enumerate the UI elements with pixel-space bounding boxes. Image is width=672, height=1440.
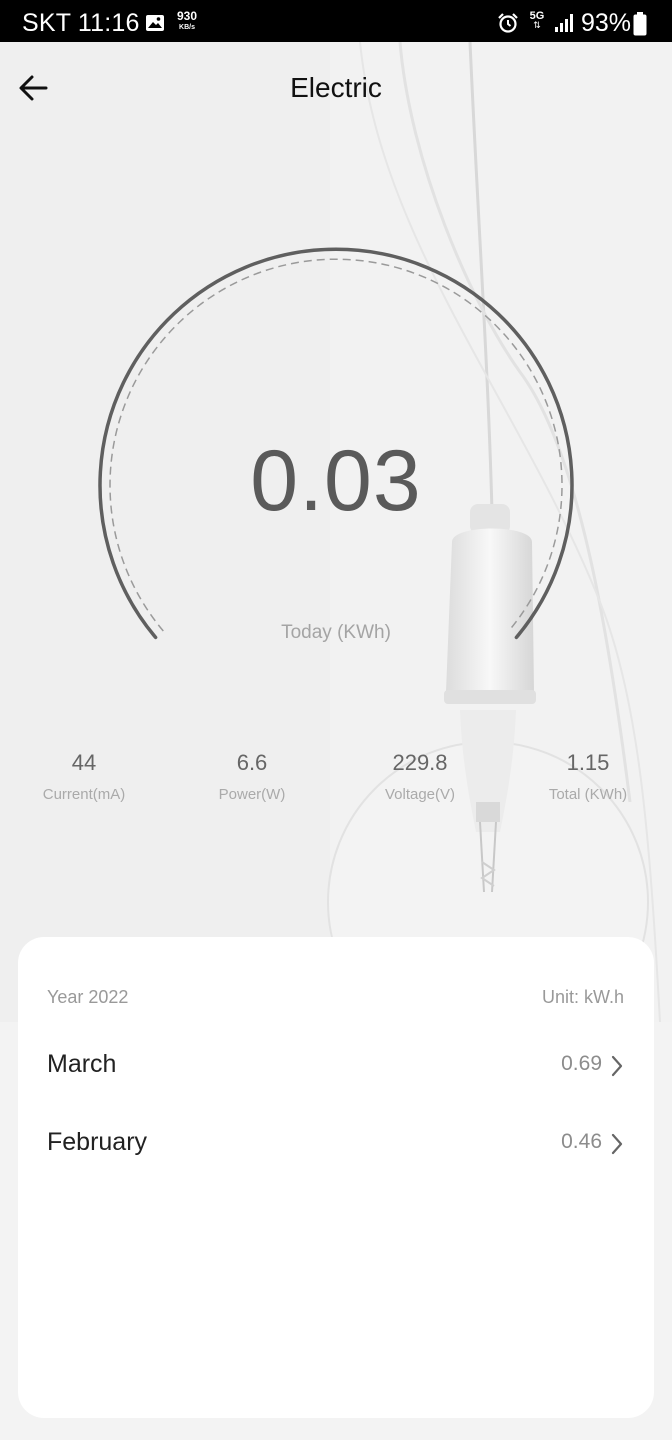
month-row-march[interactable]: March 0.69 — [18, 1040, 654, 1100]
monthly-history-card: Year 2022 Unit: kW.h March 0.69 February… — [18, 937, 654, 1418]
month-value: 0.46 — [561, 1130, 602, 1153]
battery-icon — [633, 12, 647, 41]
data-arrows-icon: ⇅ — [533, 20, 541, 30]
status-bar: SKT 11:16 930 KB/s 5G ⇅ 93% — [0, 0, 672, 42]
metric-voltage: 229.8 Voltage(V) — [336, 750, 504, 803]
status-carrier-time: SKT 11:16 — [22, 9, 140, 37]
month-name: March — [47, 1050, 117, 1078]
metric-voltage-value: 229.8 — [392, 750, 448, 775]
alarm-icon — [497, 12, 519, 39]
metric-total-value: 1.15 — [566, 750, 610, 775]
metric-total-label: Total (KWh) — [548, 786, 628, 803]
network-speed-unit: KB/s — [179, 24, 195, 31]
battery-percentage: 93% — [581, 9, 632, 37]
history-year: Year 2022 — [47, 987, 129, 1007]
network-speed: 930 KB/s — [174, 9, 200, 32]
chevron-right-icon — [611, 1055, 623, 1077]
metric-current-value: 44 — [71, 750, 97, 775]
signal-icon — [554, 13, 574, 38]
metric-voltage-label: Voltage(V) — [384, 786, 456, 803]
metric-total: 1.15 Total (KWh) — [504, 750, 672, 803]
chevron-right-icon — [611, 1133, 623, 1155]
back-button[interactable] — [16, 70, 52, 106]
month-value: 0.69 — [561, 1052, 602, 1075]
network-speed-value: 930 — [176, 9, 198, 23]
metric-power: 6.6 Power(W) — [168, 750, 336, 803]
month-row-february[interactable]: February 0.46 — [18, 1118, 654, 1178]
metrics-row: 44 Current(mA) 6.6 Power(W) 229.8 Voltag… — [0, 750, 672, 803]
network-type: 5G ⇅ — [527, 11, 547, 30]
month-name: February — [47, 1128, 148, 1156]
metric-current-label: Current(mA) — [42, 786, 126, 803]
metric-current: 44 Current(mA) — [0, 750, 168, 803]
history-unit: Unit: kW.h — [541, 987, 624, 1007]
page-title: Electric — [290, 72, 382, 103]
gallery-icon — [145, 14, 165, 37]
arrow-left-icon — [19, 75, 48, 101]
today-energy-value: 0.03 — [250, 433, 422, 529]
today-energy-caption: Today (KWh) — [281, 622, 391, 643]
metric-power-label: Power(W) — [218, 786, 286, 803]
metric-power-value: 6.6 — [236, 750, 268, 775]
